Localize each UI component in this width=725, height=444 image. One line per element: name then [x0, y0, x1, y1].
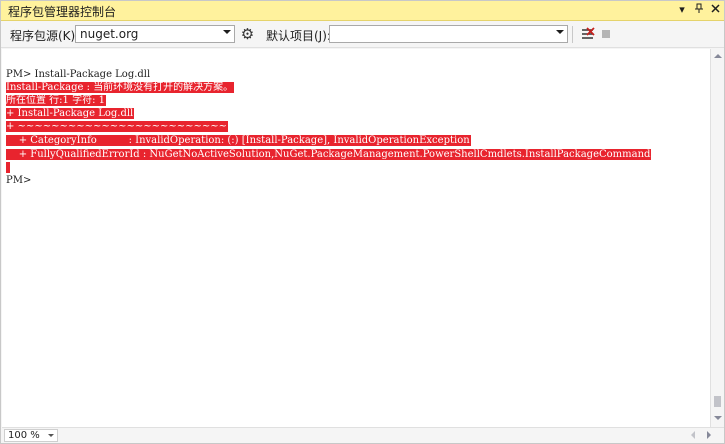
pin-button[interactable]	[691, 2, 707, 18]
console-prompt-line: PM>	[6, 175, 32, 186]
scroll-left-icon[interactable]	[691, 431, 695, 439]
close-button[interactable]	[707, 2, 723, 18]
clear-console-icon	[582, 27, 595, 39]
stop-icon[interactable]	[602, 30, 610, 38]
console-toolbar: 程序包源(K): nuget.org ⚙ 默认项目(J):	[1, 22, 724, 48]
console-error-line	[6, 162, 11, 174]
package-source-label: 程序包源(K):	[10, 29, 80, 43]
window-title: 程序包管理器控制台	[8, 5, 117, 19]
window-menu-button[interactable]: ▾	[674, 2, 690, 18]
console-error-line: 所在位置 行:1 字符: 1	[6, 95, 106, 106]
default-project-dropdown[interactable]	[329, 25, 568, 43]
console-error-line: Install-Package : 当前环境没有打开的解决方案。	[6, 82, 235, 93]
scroll-right-icon[interactable]	[707, 431, 711, 439]
console-error-line: + ~~~~~~~~~~~~~~~~~~~~~~~~~	[6, 121, 229, 132]
package-manager-console-window: 程序包管理器控制台 ▾ 程序包源(K): nuget.org ⚙ 默认项目(J)…	[0, 0, 725, 444]
zoom-dropdown[interactable]: 100 %	[4, 429, 58, 442]
zoom-value: 100 %	[8, 430, 40, 441]
console-error-line: + FullyQualifiedErrorId : NuGetNoActiveS…	[6, 149, 652, 160]
console-error-line: + Install-Package Log.dll	[6, 108, 135, 119]
scroll-down-icon[interactable]	[714, 416, 722, 420]
gear-icon[interactable]: ⚙	[239, 26, 256, 43]
scroll-thumb[interactable]	[714, 396, 721, 407]
chevron-down-icon	[556, 30, 564, 34]
console-output[interactable]: PM> Install-Package Log.dll Install-Pack…	[2, 49, 710, 427]
title-bar[interactable]: 程序包管理器控制台 ▾	[1, 1, 724, 21]
package-source-dropdown[interactable]: nuget.org	[75, 25, 235, 43]
pin-icon	[695, 3, 703, 13]
toolbar-separator	[572, 26, 573, 43]
vertical-scrollbar[interactable]	[710, 49, 724, 427]
console-line: PM> Install-Package Log.dll	[6, 69, 151, 80]
close-icon	[710, 4, 720, 13]
console-error-line: + CategoryInfo : InvalidOperation: (:) […	[6, 135, 471, 146]
chevron-down-icon	[223, 30, 231, 34]
clear-console-button[interactable]	[579, 26, 596, 43]
scroll-up-icon[interactable]	[714, 54, 722, 58]
horizontal-bar: 100 %	[2, 427, 724, 443]
package-source-value: nuget.org	[80, 27, 139, 41]
chevron-down-icon	[48, 434, 54, 437]
default-project-label: 默认项目(J):	[266, 29, 331, 43]
